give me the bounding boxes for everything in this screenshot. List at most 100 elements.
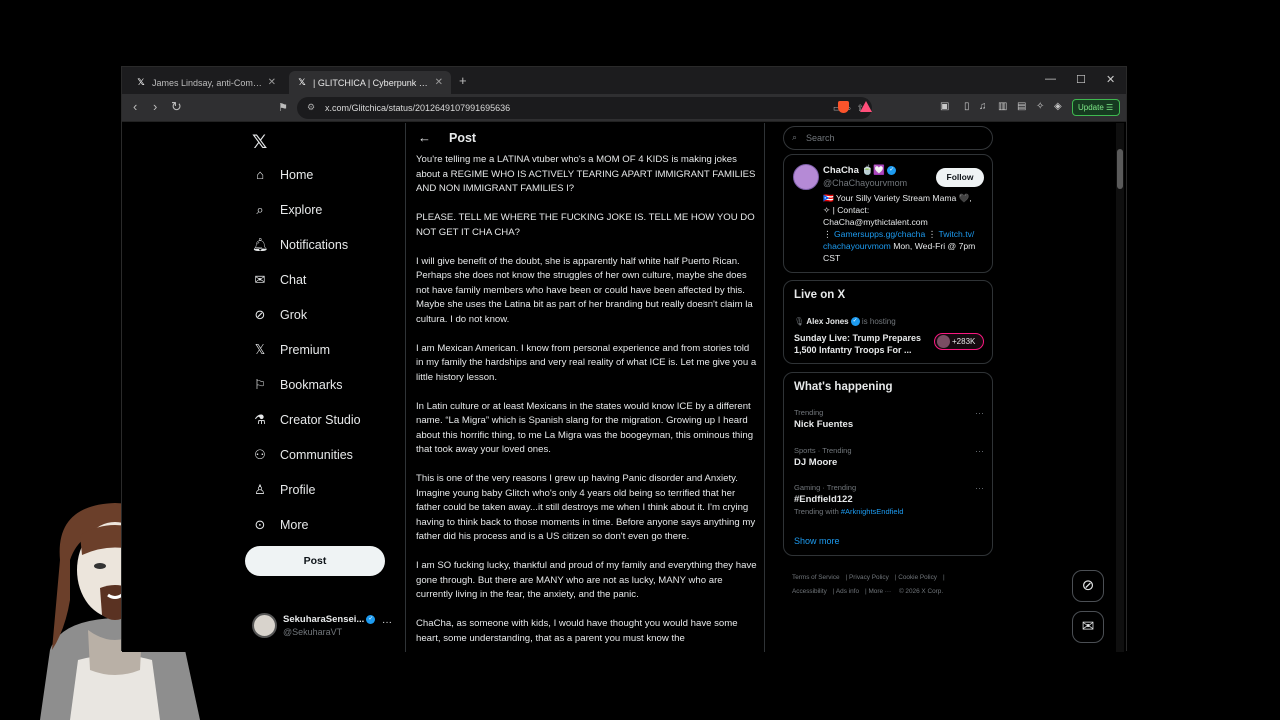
live-host[interactable]: 🎙︎ Alex Jones ✓ is hosting [794, 317, 896, 327]
nav-item-bookmarks[interactable]: ⚐ Bookmarks [252, 377, 342, 393]
post-header: ← Post [406, 123, 764, 153]
account-switcher[interactable]: SekuharaSensei... ✓ @SekuharaVT ··· [252, 613, 392, 641]
search-icon: ⌕ [792, 132, 798, 142]
vpn-icon[interactable]: ◈ [1054, 101, 1062, 112]
nav-item-more[interactable]: ⊙ More [252, 517, 309, 533]
brave-rewards-icon[interactable] [860, 101, 872, 112]
post-paragraph: In Latin culture or at least Mexicans in… [416, 400, 754, 456]
site-info-icon[interactable]: ⚙ [307, 102, 315, 113]
profile-name: ChaCha 🍵💟 [823, 165, 886, 176]
sidebar-icon[interactable]: ▯ [964, 101, 970, 112]
account-name: SekuharaSensei... [283, 614, 365, 625]
nav-item-notifications[interactable]: 🔔︎ Notifications [252, 237, 348, 253]
trend-with-link[interactable]: #ArknightsEndfield [841, 507, 904, 516]
live-title: Live on X [794, 289, 846, 301]
footer-link[interactable]: More ··· [868, 588, 891, 595]
x-logo-icon: 𝕏 [254, 342, 266, 357]
viewer-count: +283K [952, 337, 976, 346]
tab-james-lindsay[interactable]: 𝕏 James Lindsay, anti-Communist on X ✕ [128, 71, 284, 94]
more-options-icon[interactable]: ··· [975, 408, 984, 418]
post-button[interactable]: Post [245, 546, 385, 576]
nav-item-chat[interactable]: ✉ Chat [252, 272, 307, 288]
reload-icon[interactable]: ↻ [171, 99, 182, 115]
nav-item-home[interactable]: ⌂ Home [252, 167, 313, 182]
messages-fab-icon[interactable]: ✉ [1072, 611, 1104, 643]
flask-icon: ⚗ [254, 412, 266, 427]
nav-label: Home [280, 167, 314, 182]
footer-link[interactable]: Accessibility [792, 588, 827, 595]
verified-badge-icon: ✓ [366, 614, 376, 624]
search-input[interactable]: ⌕ Search [783, 126, 993, 150]
search-placeholder: Search [806, 133, 835, 143]
nav-label: Creator Studio [280, 413, 361, 427]
post-paragraph: I will give benefit of the doubt, she is… [416, 255, 753, 325]
footer-link[interactable]: Ads info [836, 588, 859, 595]
close-window-icon[interactable]: ✕ [1106, 73, 1115, 86]
nav-label: Chat [280, 273, 307, 287]
x-favicon-icon: 𝕏 [298, 77, 306, 87]
copyright: © 2026 X Corp. [898, 588, 944, 595]
nav-item-profile[interactable]: ♙ Profile [252, 482, 315, 498]
update-button[interactable]: Update ☰ [1072, 99, 1120, 116]
grok-fab-icon[interactable]: ⊘ [1072, 570, 1104, 602]
footer-links: Terms of Service | Privacy Policy | Cookie… [792, 574, 945, 595]
trend-with-prefix: Trending with [794, 507, 839, 516]
whats-happening-card: What's happening Trending Nick Fuentes ·… [783, 372, 993, 556]
nav-item-creator-studio[interactable]: ⚗ Creator Studio [252, 412, 361, 428]
avatar [937, 335, 950, 348]
page-title: Post [449, 131, 477, 145]
verified-badge-icon: ✓ [850, 317, 860, 327]
more-options-icon[interactable]: ··· [975, 483, 984, 493]
profile-handle[interactable]: @ChaChayourvmom [823, 178, 907, 188]
bio-link[interactable]: Gamersupps.gg/chacha [834, 229, 925, 239]
main-column: ← Post You're telling me a LATINA vtuber… [405, 123, 765, 652]
music-icon[interactable]: ♫ [979, 101, 987, 112]
x-logo-icon[interactable]: 𝕏 [252, 131, 267, 154]
follow-button[interactable]: Follow [936, 168, 984, 187]
minimize-icon[interactable]: — [1045, 73, 1056, 85]
back-icon[interactable]: ‹ [133, 99, 137, 114]
trend-item[interactable]: Trending Nick Fuentes ··· [794, 408, 984, 430]
avatar[interactable] [793, 164, 819, 190]
nav-item-explore[interactable]: ⌕ Explore [252, 202, 322, 218]
avatar [252, 613, 277, 638]
live-viewer-count[interactable]: +283K [934, 333, 984, 350]
bio-link[interactable]: chachayourvmom [823, 241, 891, 251]
scrollbar[interactable] [1116, 123, 1124, 652]
close-icon[interactable]: ✕ [435, 77, 443, 88]
close-icon[interactable]: ✕ [268, 77, 276, 88]
media-icon[interactable]: ▣ [940, 101, 949, 112]
x-favicon-icon: 𝕏 [137, 77, 145, 87]
bio-link[interactable]: Twitch.tv/ [938, 229, 974, 239]
leo-icon[interactable]: ✧ [1036, 101, 1044, 112]
brave-shields-icon[interactable] [838, 101, 849, 113]
nav-item-premium[interactable]: 𝕏 Premium [252, 342, 330, 358]
more-options-icon[interactable]: ··· [382, 617, 392, 628]
bio-line: ChaCha@mythictalent.com [823, 217, 928, 227]
back-arrow-icon[interactable]: ← [418, 130, 431, 145]
show-more-link[interactable]: Show more [794, 536, 840, 546]
scrollbar-thumb[interactable] [1117, 149, 1123, 189]
wallet-icon[interactable]: ▤ [1017, 101, 1026, 112]
tab-glitchica[interactable]: 𝕏 | GLITCHICA | Cyberpunk Vtuber ✕ [289, 71, 451, 94]
verified-badge-icon: ✓ [887, 165, 897, 175]
trend-item[interactable]: Sports · Trending DJ Moore ··· [794, 446, 984, 468]
footer-link[interactable]: Cookie Policy [898, 574, 937, 581]
forward-icon[interactable]: › [153, 99, 157, 114]
maximize-icon[interactable]: ☐ [1076, 73, 1086, 86]
nav-item-grok[interactable]: ⊘ Grok [252, 307, 308, 323]
extensions-icon[interactable]: ▥ [998, 101, 1007, 112]
trend-item[interactable]: Gaming · Trending #Endfield122 Trending … [794, 483, 984, 516]
live-stream-title[interactable]: Sunday Live: Trump Prepares 1,500 Infant… [794, 332, 934, 356]
profile-name-row[interactable]: ChaCha 🍵💟 ✓ [823, 165, 897, 176]
bookmark-page-icon[interactable]: ⚑ [278, 101, 288, 114]
bio-line: ✧ | Contact: [823, 205, 870, 215]
trend-name: DJ Moore [794, 457, 838, 468]
footer-link[interactable]: Privacy Policy [849, 574, 889, 581]
address-bar[interactable]: ⚙ x.com/Glitchica/status/201264910799169… [297, 97, 872, 119]
footer-link[interactable]: Terms of Service [792, 574, 840, 581]
person-icon: ♙ [254, 482, 266, 497]
new-tab-icon[interactable]: + [459, 73, 467, 88]
nav-item-communities[interactable]: ⚇ Communities [252, 447, 353, 463]
more-options-icon[interactable]: ··· [975, 446, 984, 456]
